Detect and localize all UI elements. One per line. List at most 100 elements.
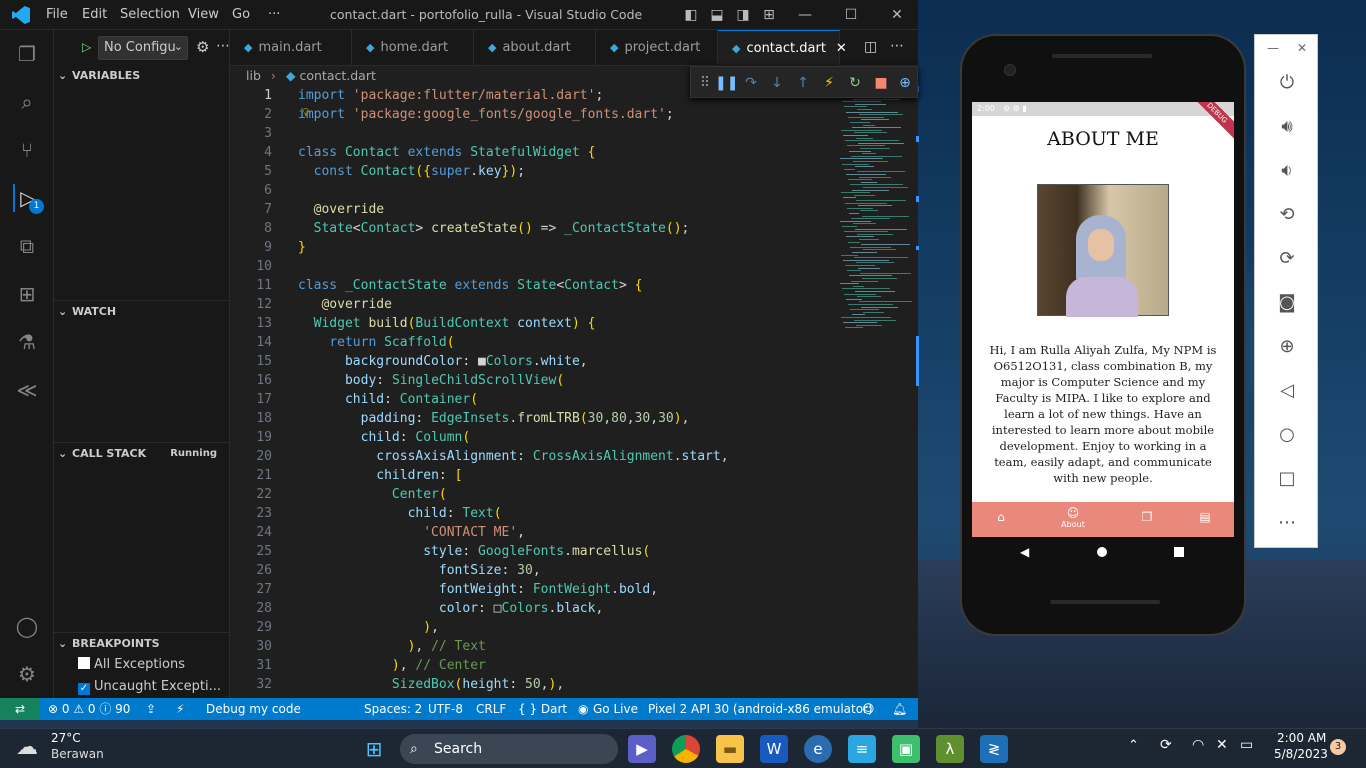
minimize-icon[interactable]: — (796, 6, 814, 24)
code-line[interactable]: const Contact({super.key}); (298, 162, 525, 181)
chevron-up-icon[interactable]: ⌃ (1128, 738, 1139, 753)
back-icon[interactable]: ◀ (1020, 545, 1029, 559)
step-over-icon[interactable]: ↷ (741, 73, 761, 93)
word-icon[interactable]: W (760, 735, 788, 763)
tab-about[interactable]: ◆ about.dart (474, 30, 596, 66)
step-into-icon[interactable]: ↓ (767, 73, 787, 93)
code-line[interactable]: ), (298, 618, 439, 637)
weather-temp[interactable]: 27°C (51, 731, 81, 745)
volume-down-icon[interactable]: 🔉︎ (1273, 157, 1301, 185)
debug-mode-status[interactable]: Debug my code (206, 698, 301, 720)
rotate-right-icon[interactable]: ⟳ (1273, 245, 1301, 273)
editor-scrollbar[interactable] (916, 86, 920, 386)
indentation-status[interactable]: Spaces: 2 (364, 698, 422, 720)
testing-icon[interactable]: ⚗ (13, 328, 41, 356)
more-actions-icon[interactable]: ⋯ (890, 38, 904, 54)
explorer-icon[interactable]: ❐ (13, 40, 41, 68)
toggle-sidebar-icon[interactable]: ◧ (682, 6, 700, 24)
menu-selection[interactable]: Selection (120, 0, 180, 30)
split-editor-icon[interactable]: ◫ (864, 39, 877, 55)
code-line[interactable]: children: [ (298, 466, 462, 485)
stop-icon[interactable]: ■ (871, 73, 891, 93)
sync-icon[interactable]: ⟳ (1160, 737, 1172, 753)
android-studio-icon[interactable]: ▣ (892, 735, 920, 763)
lightbulb-icon[interactable]: 💡︎ (302, 106, 310, 120)
debug-config-select[interactable]: No Configu ⌄ (98, 36, 188, 60)
code-line[interactable]: child: Container( (298, 390, 478, 409)
code-line[interactable]: padding: EdgeInsets.fromLTRB(30,80,30,30… (298, 409, 690, 428)
code-line[interactable]: fontSize: 30, (298, 561, 541, 580)
edge-icon[interactable]: e (804, 735, 832, 763)
code-line[interactable]: style: GoogleFonts.marcellus( (298, 542, 650, 561)
code-line[interactable]: SizedBox(height: 50,), (298, 675, 564, 694)
flutter-inspector-icon[interactable]: ⊕ (895, 73, 915, 93)
volume-muted-icon[interactable]: ✕ (1216, 737, 1228, 753)
menu-more[interactable]: ··· (268, 0, 280, 30)
restart-icon[interactable]: ↻ (845, 73, 865, 93)
pause-icon[interactable]: ❚❚ (715, 73, 738, 93)
nav-about[interactable]: ☺ About (1058, 506, 1088, 529)
code-line[interactable]: child: Column( (298, 428, 471, 447)
menu-file[interactable]: File (46, 0, 68, 30)
overview-icon[interactable]: □ (1273, 465, 1301, 493)
debug-settings-gear-icon[interactable]: ⚙ (196, 38, 209, 56)
contact-icon[interactable]: ▤ (1190, 510, 1220, 524)
home-icon[interactable]: ⌂ (986, 510, 1016, 524)
variables-section-header[interactable]: ⌄ VARIABLES (54, 65, 229, 87)
search-icon[interactable]: ⌕ (13, 88, 41, 116)
encoding-status[interactable]: UTF-8 (428, 698, 463, 720)
menu-go[interactable]: Go (232, 0, 250, 30)
customize-layout-icon[interactable]: ⊞ (760, 6, 778, 24)
device-status[interactable]: Pixel 2 API 30 (android-x86 emulator) (648, 698, 873, 720)
breakpoint-uncaught-exceptions[interactable]: ✓ Uncaught Excepti... (78, 679, 221, 695)
code-line[interactable]: class Contact extends StatefulWidget { (298, 143, 595, 162)
close-window-icon[interactable]: ✕ (888, 6, 906, 24)
back-icon[interactable]: ◁ (1273, 377, 1301, 405)
eol-status[interactable]: CRLF (476, 698, 506, 720)
tab-contact[interactable]: ◆ contact.dart ✕ (718, 30, 847, 66)
minimap[interactable] (836, 96, 916, 356)
feedback-icon[interactable]: ☺ (862, 698, 875, 720)
code-line[interactable]: State<Contact> createState() => _Contact… (298, 219, 690, 238)
code-line[interactable]: Center( (298, 485, 447, 504)
code-line[interactable]: child: Text( (298, 504, 502, 523)
maximize-icon[interactable]: ☐ (842, 6, 860, 24)
go-live-button[interactable]: Go Live (593, 698, 638, 720)
code-line[interactable]: crossAxisAlignment: CrossAxisAlignment.s… (298, 447, 728, 466)
code-line[interactable]: @override (298, 200, 384, 219)
menu-edit[interactable]: Edit (82, 0, 107, 30)
start-windows-icon[interactable]: ⊞ (360, 735, 388, 763)
language-status[interactable]: { } Dart (518, 698, 567, 720)
call-stack-section-header[interactable]: ⌄ CALL STACK Running (54, 443, 229, 465)
code-line[interactable]: backgroundColor: ■Colors.white, (298, 352, 588, 371)
code-line[interactable]: class _ContactState extends State<Contac… (298, 276, 642, 295)
hot-reload-icon[interactable]: ⚡ (819, 73, 839, 93)
code-editor[interactable]: 1 import 'package:flutter/material.dart';… (230, 86, 918, 698)
projects-icon[interactable]: ❐ (1132, 510, 1162, 524)
checkbox-checked-icon[interactable]: ✓ (78, 683, 90, 695)
more-options-icon[interactable]: ⋯ (1273, 509, 1301, 537)
toggle-panel-icon[interactable]: ⬓ (708, 6, 726, 24)
more-actions-icon[interactable]: ⋯ (216, 38, 230, 54)
problems-indicator[interactable]: ⊗ 0 ⚠ 0 ⓘ 90 (48, 698, 130, 720)
breadcrumb-folder[interactable]: lib (246, 68, 261, 83)
settings-gear-icon[interactable]: ⚙ (13, 660, 41, 688)
code-line[interactable]: ), // Center (298, 656, 486, 675)
code-line[interactable]: import 'package:google_fonts/google_font… (298, 105, 674, 124)
power-icon[interactable]: ⏻ (1273, 69, 1301, 97)
tab-main[interactable]: ◆ main.dart (230, 30, 352, 66)
vscode-taskbar-icon[interactable]: ≷ (980, 735, 1008, 763)
live-share-icon[interactable]: ⇪ (146, 698, 156, 720)
breakpoint-all-exceptions[interactable]: All Exceptions (78, 657, 185, 672)
watch-section-header[interactable]: ⌄ WATCH (54, 301, 229, 323)
wifi-icon[interactable]: ◠ (1192, 737, 1204, 753)
code-line[interactable]: } (298, 238, 306, 257)
file-explorer-icon[interactable]: ▬ (716, 735, 744, 763)
extensions-icon[interactable]: ⊞ (13, 280, 41, 308)
code-line[interactable]: import 'package:flutter/material.dart'; (298, 86, 603, 105)
minimize-icon[interactable]: — (1267, 41, 1279, 55)
code-line[interactable]: fontWeight: FontWeight.bold, (298, 580, 658, 599)
menu-view[interactable]: View (188, 0, 219, 30)
checkbox-unchecked[interactable] (78, 657, 90, 669)
remote-indicator-icon[interactable]: ⇄ (0, 698, 40, 720)
